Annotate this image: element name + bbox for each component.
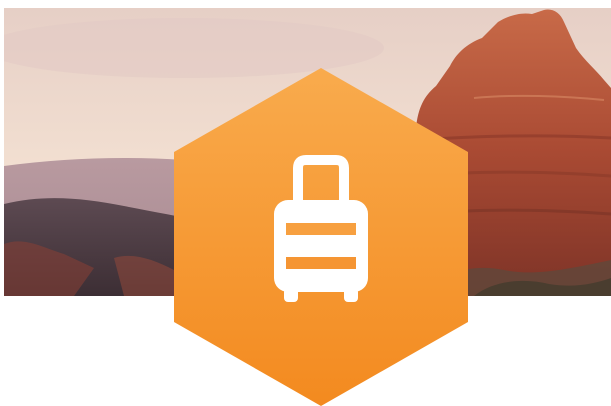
luggage-badge — [174, 68, 468, 406]
hero-section — [0, 0, 611, 406]
